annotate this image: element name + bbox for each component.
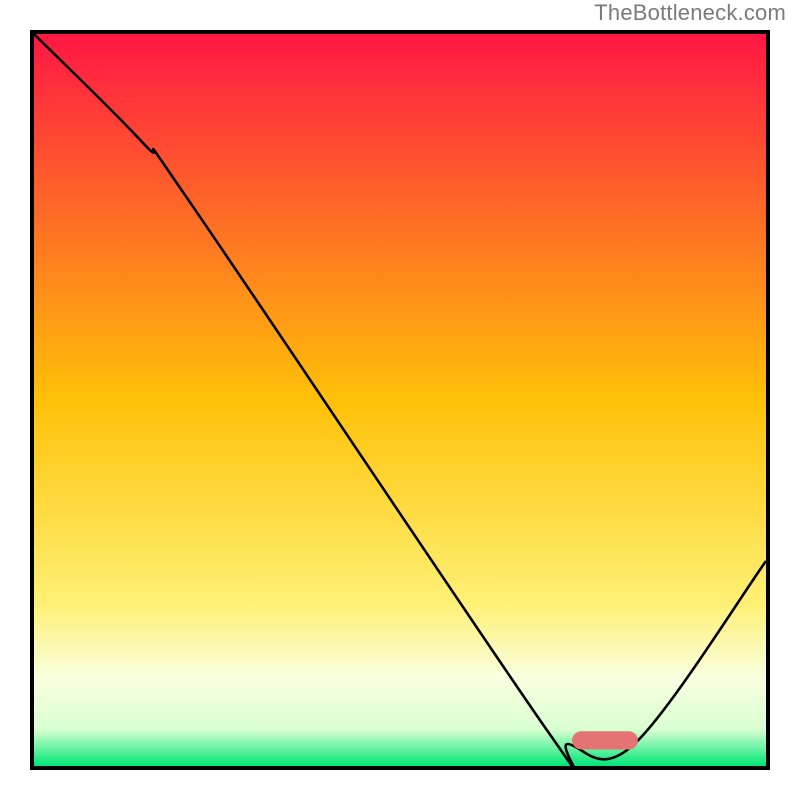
- watermark-text: TheBottleneck.com: [594, 0, 786, 26]
- chart-plot-area: [30, 30, 770, 770]
- chart-svg: [34, 34, 766, 766]
- optimal-marker: [572, 731, 638, 749]
